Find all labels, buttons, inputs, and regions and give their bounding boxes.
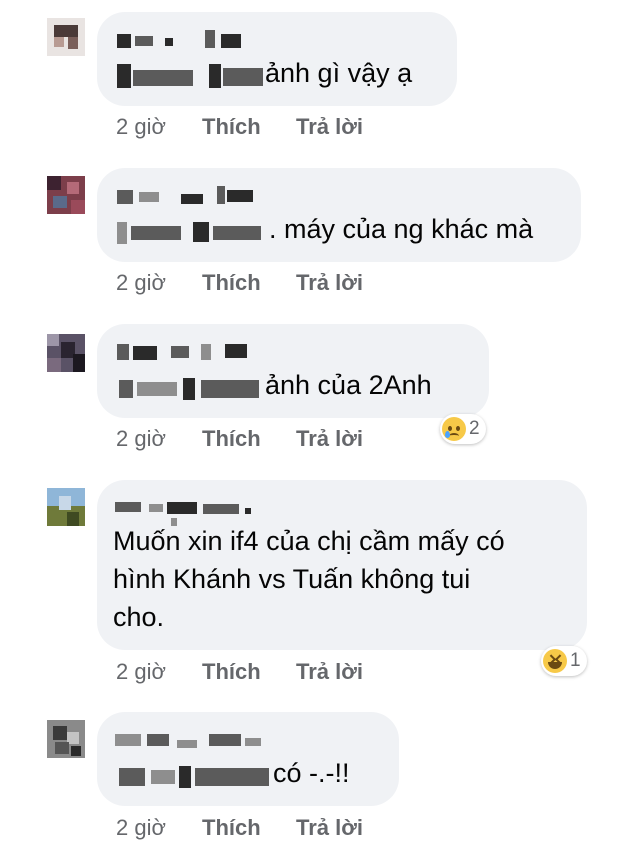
- like-button[interactable]: Thích: [202, 270, 296, 296]
- comment-text: . máy của ng khác mà: [269, 214, 534, 244]
- avatar[interactable]: [47, 720, 85, 758]
- reply-button[interactable]: Trả lời: [296, 659, 363, 685]
- laugh-icon: [543, 649, 567, 673]
- like-button[interactable]: Thích: [202, 659, 296, 685]
- comment-bubble: ảnh của 2Anh: [97, 324, 489, 418]
- comment-bubble: có -.-!!: [97, 712, 399, 806]
- author-name-blurred[interactable]: [113, 26, 439, 52]
- timestamp[interactable]: 2 giờ: [116, 270, 202, 296]
- timestamp[interactable]: 2 giờ: [116, 114, 202, 140]
- comment-text-line-1: Muốn xin if4 của chị cầm mấy có: [113, 526, 505, 556]
- comment-actions: 2 giờ Thích Trả lời: [116, 112, 363, 142]
- reply-button[interactable]: Trả lời: [296, 270, 363, 296]
- mention-blurred[interactable]: [113, 216, 269, 246]
- mention-blurred[interactable]: [113, 372, 265, 402]
- reaction-count: 1: [570, 650, 581, 671]
- comment-text-line-2: hình Khánh vs Tuấn không tui: [113, 564, 471, 594]
- avatar[interactable]: [47, 334, 85, 372]
- comment-text: ảnh gì vậy ạ: [265, 58, 413, 88]
- comment-bubble: ảnh gì vậy ạ: [97, 12, 457, 106]
- author-name-blurred[interactable]: [113, 338, 471, 364]
- mention-blurred[interactable]: [113, 60, 265, 90]
- comment-text: có -.-!!: [273, 758, 350, 788]
- comment-actions: 2 giờ Thích Trả lời: [116, 813, 363, 843]
- timestamp[interactable]: 2 giờ: [116, 659, 202, 685]
- comment-text-line-3: cho.: [113, 602, 165, 632]
- reply-button[interactable]: Trả lời: [296, 815, 363, 841]
- timestamp[interactable]: 2 giờ: [116, 426, 202, 452]
- reaction-summary[interactable]: 2: [440, 414, 486, 444]
- comment-text: ảnh của 2Anh: [265, 370, 432, 400]
- like-button[interactable]: Thích: [202, 114, 296, 140]
- avatar[interactable]: [47, 488, 85, 526]
- like-button[interactable]: Thích: [202, 815, 296, 841]
- timestamp[interactable]: 2 giờ: [116, 815, 202, 841]
- reaction-count: 2: [469, 418, 480, 439]
- comment-bubble: Muốn xin if4 của chị cầm mấy có hình Khá…: [97, 480, 587, 650]
- avatar[interactable]: [47, 176, 85, 214]
- reply-button[interactable]: Trả lời: [296, 114, 363, 140]
- author-name-blurred[interactable]: [113, 726, 381, 752]
- like-button[interactable]: Thích: [202, 426, 296, 452]
- author-name-blurred[interactable]: [113, 494, 569, 526]
- comment-actions: 2 giờ Thích Trả lời: [116, 657, 363, 687]
- author-name-blurred[interactable]: [113, 182, 563, 208]
- reply-button[interactable]: Trả lời: [296, 426, 363, 452]
- mention-blurred[interactable]: [113, 760, 273, 790]
- comment-actions: 2 giờ Thích Trả lời: [116, 268, 363, 298]
- reaction-summary[interactable]: 1: [541, 646, 587, 676]
- sad-icon: [442, 417, 466, 441]
- avatar[interactable]: [47, 18, 85, 56]
- comment-bubble: . máy của ng khác mà: [97, 168, 581, 262]
- comment-actions: 2 giờ Thích Trả lời: [116, 424, 363, 454]
